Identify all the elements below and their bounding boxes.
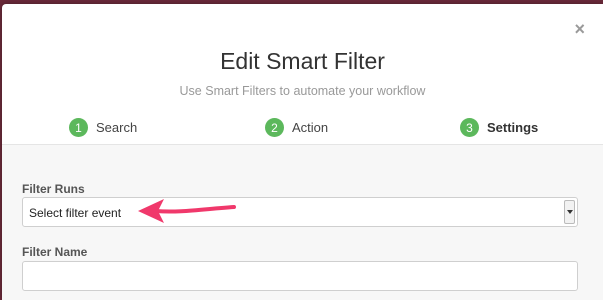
wizard-steps: 1 Search 2 Action 3 Settings (2, 118, 603, 144)
filter-name-input[interactable] (22, 261, 578, 291)
step-action[interactable]: 2 Action (265, 118, 328, 137)
filter-runs-selected-value: Select filter event (29, 206, 122, 220)
dialog-subtitle: Use Smart Filters to automate your workf… (179, 84, 426, 98)
arrow-left-icon (138, 199, 236, 223)
dialog-title: Edit Smart Filter (220, 48, 385, 74)
step-settings[interactable]: 3 Settings (460, 118, 538, 137)
step-label: Action (292, 120, 329, 135)
settings-form: Filter Runs Select filter event Filter N… (2, 144, 603, 300)
step-number-badge: 1 (69, 118, 88, 137)
filter-name-label: Filter Name (22, 245, 88, 259)
step-number-badge: 2 (265, 118, 284, 137)
close-icon[interactable]: × (574, 20, 585, 38)
edit-smart-filter-dialog: × Edit Smart Filter Use Smart Filters to… (2, 4, 603, 300)
step-number-badge: 3 (460, 118, 479, 137)
step-label: Settings (487, 120, 539, 135)
filter-runs-select[interactable]: Select filter event (22, 197, 578, 227)
chevron-down-icon[interactable] (564, 200, 575, 224)
filter-runs-label: Filter Runs (22, 182, 85, 196)
step-search[interactable]: 1 Search (69, 118, 137, 137)
step-label: Search (96, 120, 138, 135)
